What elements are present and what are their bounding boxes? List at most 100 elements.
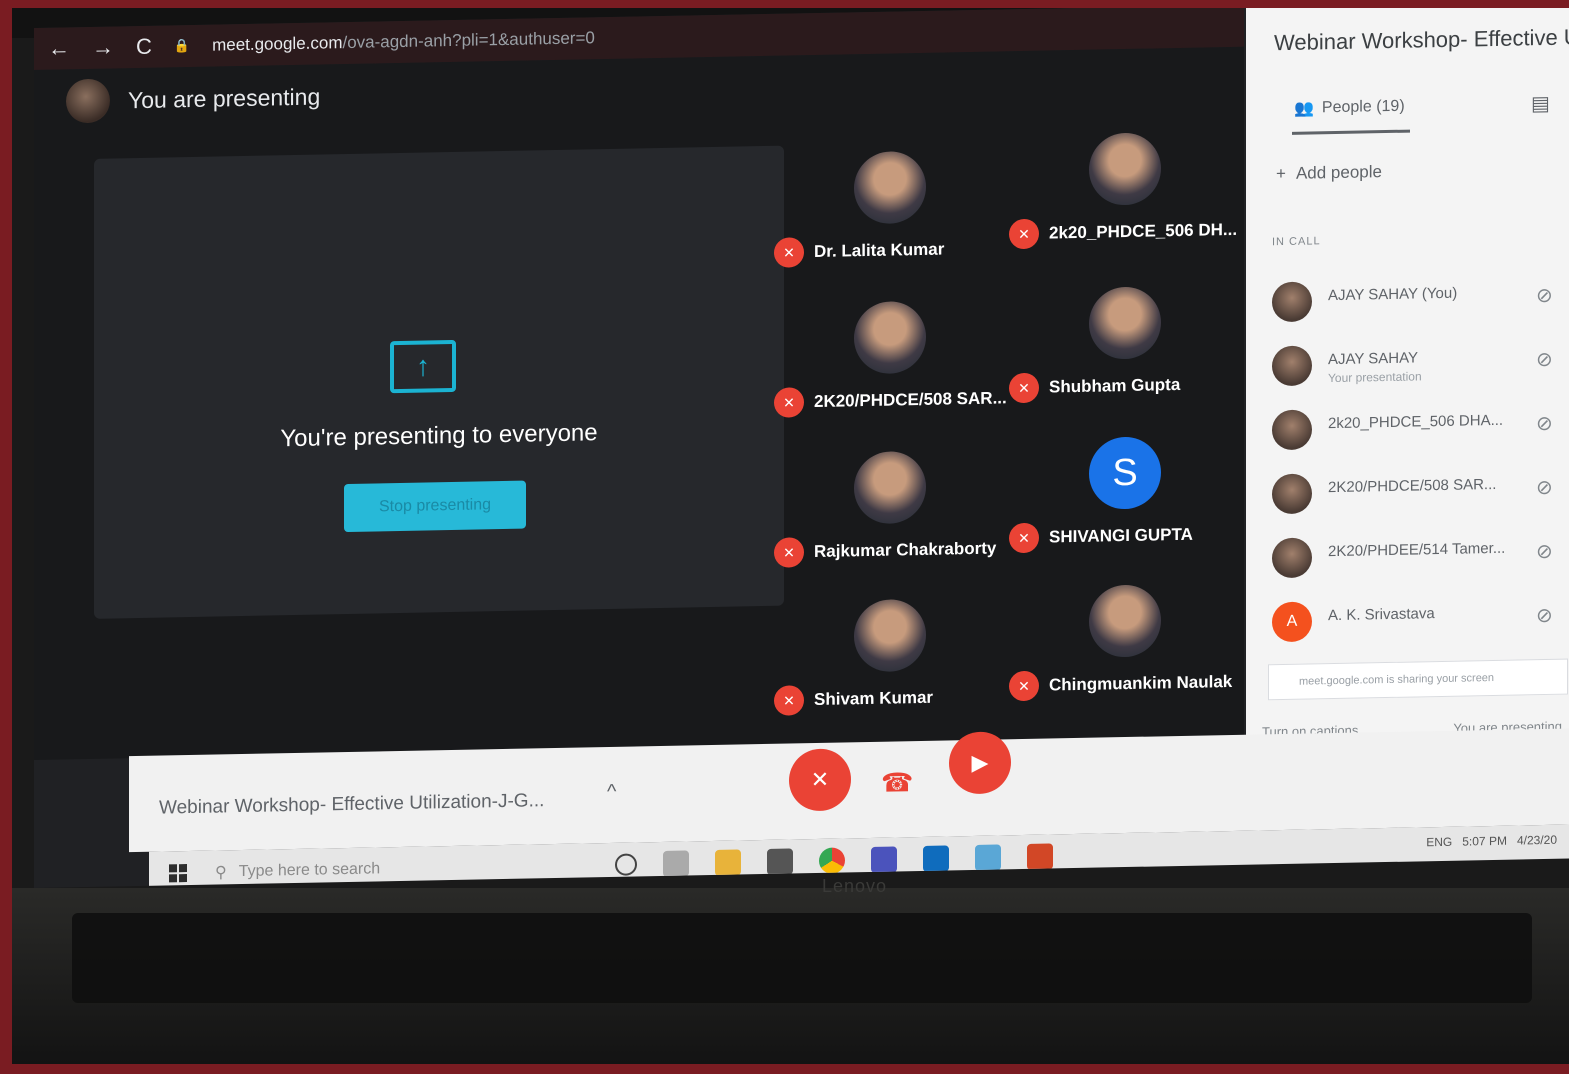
participant-avatar: [1089, 584, 1161, 658]
participant-name: Dr. Lalita Kumar: [814, 239, 945, 262]
url-path: /ova-agdn-anh?pli=1&authuser=0: [342, 28, 595, 53]
mic-toggle-button[interactable]: ✕: [789, 748, 851, 812]
powerpoint-icon[interactable]: [1027, 843, 1053, 870]
participant-avatar: [854, 450, 926, 525]
participant-name: Shivam Kumar: [814, 687, 934, 710]
participant-tile[interactable]: S ✕ SHIVANGI GUPTA: [1009, 427, 1244, 580]
outlook-icon[interactable]: [923, 845, 949, 872]
tab-indicator: [1292, 129, 1410, 135]
avatar: [1272, 281, 1312, 323]
mic-off-icon[interactable]: ⊘: [1536, 539, 1553, 564]
presentation-card: ↑ You're presenting to everyone Stop pre…: [94, 145, 784, 619]
keyboard: [72, 913, 1532, 1003]
chrome-icon[interactable]: [819, 847, 845, 874]
participant-avatar: [1089, 132, 1161, 206]
mic-off-icon[interactable]: ⊘: [1536, 411, 1553, 436]
meeting-name[interactable]: Webinar Workshop- Effective Utilization-…: [159, 790, 544, 819]
avatar: [66, 78, 110, 124]
camera-off-icon: ▶: [971, 749, 989, 775]
mic-off-icon: ✕: [774, 237, 804, 268]
participant-name: Shubham Gupta: [1049, 374, 1181, 397]
presentation-audio-icon[interactable]: ⊘: [1536, 347, 1553, 372]
people-panel: Webinar Workshop- Effective U 👥 People (…: [1246, 8, 1569, 765]
laptop-brand-label: Lenovo: [822, 876, 888, 896]
avatar: A: [1272, 601, 1312, 643]
add-people-button[interactable]: + Add people: [1276, 162, 1382, 184]
participant-name: AJAY SAHAY: [1328, 349, 1419, 369]
presenting-message: You're presenting to everyone: [280, 419, 598, 453]
participant-name: Chingmuankim Naulak: [1049, 671, 1233, 695]
windows-start-icon[interactable]: [169, 864, 187, 883]
store-icon[interactable]: [767, 848, 793, 875]
tab-people-label: People (19): [1321, 97, 1405, 117]
participant-name: 2K20/PHDCE/508 SAR...: [1328, 475, 1497, 497]
photo-frame: ← → C 🔒 meet.google.com/ova-agdn-anh?pli…: [12, 8, 1569, 1064]
avatar: [1272, 537, 1312, 579]
back-icon[interactable]: ←: [48, 35, 70, 61]
list-item[interactable]: 2K20/PHDCE/508 SAR... ⊘: [1272, 463, 1562, 525]
participant-tile[interactable]: ✕ Chingmuankim Naulak: [1009, 575, 1244, 728]
mic-off-icon: ✕: [1009, 372, 1039, 404]
participant-tile[interactable]: ✕ 2k20_PHDCE_506 DH...: [1009, 123, 1244, 276]
participant-tile[interactable]: ✕ 2K20/PHDCE/508 SAR...: [774, 291, 1009, 444]
avatar: [1272, 345, 1312, 387]
avatar: [1272, 409, 1312, 451]
mic-off-icon: ✕: [1009, 218, 1039, 250]
taskbar-search[interactable]: ⚲ Type here to search: [215, 856, 545, 882]
lock-icon: 🔒: [173, 38, 191, 54]
mic-off-icon[interactable]: ⊘: [1536, 603, 1553, 628]
clock-date[interactable]: 4/23/20: [1517, 833, 1557, 848]
mic-off-icon: ✕: [774, 685, 804, 716]
taskbar-apps: [615, 843, 1053, 877]
search-icon: ⚲: [215, 864, 227, 882]
teams-icon[interactable]: [871, 846, 897, 873]
list-item[interactable]: 2k20_PHDCE_506 DHA... ⊘: [1272, 399, 1562, 461]
participant-tile[interactable]: ✕ Shubham Gupta: [1009, 277, 1244, 430]
participant-tile[interactable]: ✕ Shivam Kumar: [774, 589, 1009, 742]
in-call-heading: IN CALL: [1272, 235, 1321, 249]
participant-name: 2K20/PHDCE/508 SAR...: [814, 388, 1007, 412]
url-field[interactable]: meet.google.com/ova-agdn-anh?pli=1&authu…: [212, 28, 595, 55]
stop-presenting-button[interactable]: Stop presenting: [344, 480, 526, 533]
list-item[interactable]: A A. K. Srivastava ⊘: [1272, 591, 1562, 653]
tab-people[interactable]: 👥 People (19): [1294, 97, 1405, 119]
camera-toggle-button[interactable]: ▶: [949, 731, 1011, 795]
list-item[interactable]: AJAY SAHAY (You) ⊘: [1272, 271, 1562, 333]
participant-avatar: [854, 598, 926, 673]
cortana-icon[interactable]: [615, 853, 637, 876]
system-tray: ENG 5:07 PM 4/23/20: [1426, 833, 1557, 850]
participant-name: 2K20/PHDEE/514 Tamer...: [1328, 539, 1506, 561]
participant-subtitle: Your presentation: [1328, 369, 1422, 386]
chat-icon[interactable]: ▤: [1531, 91, 1550, 116]
participant-avatar: [854, 150, 926, 225]
reload-icon[interactable]: C: [136, 34, 152, 60]
participant-avatar: S: [1089, 436, 1161, 510]
task-view-icon[interactable]: [663, 850, 689, 877]
mic-off-icon: ✕: [1009, 670, 1039, 702]
hangup-button[interactable]: ☎: [881, 767, 913, 799]
search-placeholder: Type here to search: [238, 860, 381, 881]
screen-share-notice: meet.google.com is sharing your screen: [1268, 658, 1568, 701]
mic-off-icon: ✕: [774, 387, 804, 418]
laptop-screen: ← → C 🔒 meet.google.com/ova-agdn-anh?pli…: [34, 8, 1569, 889]
url-host: meet.google.com: [212, 33, 343, 55]
mic-off-icon[interactable]: ⊘: [1536, 475, 1553, 500]
participant-tile[interactable]: ✕ Rajkumar Chakraborty: [774, 441, 1009, 594]
language-indicator[interactable]: ENG: [1426, 835, 1452, 849]
participant-tile[interactable]: ✕ Dr. Lalita Kumar: [774, 141, 1009, 294]
file-explorer-icon[interactable]: [715, 849, 741, 876]
list-item[interactable]: 2K20/PHDEE/514 Tamer... ⊘: [1272, 527, 1562, 589]
participant-name: AJAY SAHAY (You): [1328, 284, 1458, 305]
app-icon[interactable]: [975, 844, 1001, 871]
mic-off-icon[interactable]: ⊘: [1536, 283, 1553, 308]
participant-name: Rajkumar Chakraborty: [814, 538, 997, 562]
list-item[interactable]: AJAY SAHAY Your presentation ⊘: [1272, 335, 1562, 397]
participant-avatar: [1089, 286, 1161, 360]
clock-time[interactable]: 5:07 PM: [1462, 834, 1507, 849]
chevron-up-icon[interactable]: ^: [607, 781, 616, 804]
forward-icon[interactable]: →: [92, 34, 114, 60]
meeting-stage: You are presenting ↑ You're presenting t…: [34, 46, 1244, 761]
avatar: [1272, 473, 1312, 515]
presenting-title: You are presenting: [128, 83, 321, 113]
participant-name: 2k20_PHDCE_506 DHA...: [1328, 411, 1504, 433]
